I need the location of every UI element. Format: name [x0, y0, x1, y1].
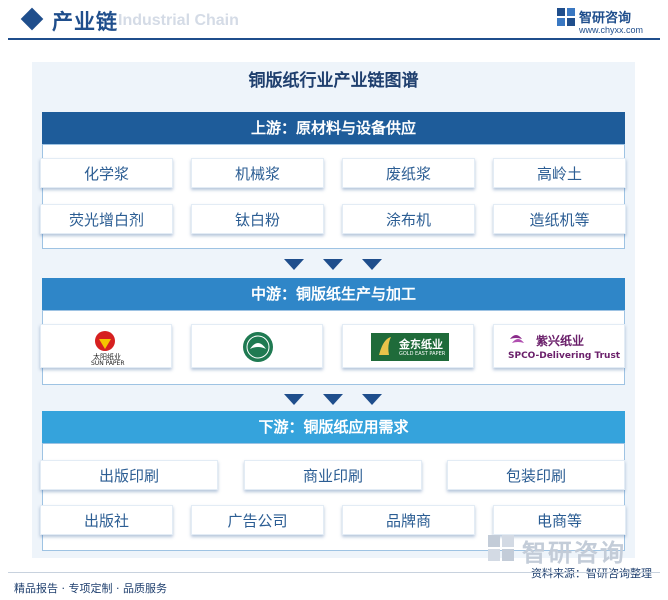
- upstream-item: 造纸机等: [493, 204, 626, 234]
- watermark-brand: 智研咨询: [486, 533, 656, 567]
- downstream-item: 包装印刷: [447, 460, 625, 490]
- company-logo-card: [191, 324, 323, 368]
- diamond-icon: [20, 7, 44, 31]
- upstream-item: 废纸浆: [342, 158, 475, 188]
- down-arrow-icon: [284, 259, 304, 270]
- diagram-title: 铜版纸行业产业链图谱: [248, 71, 419, 91]
- page-header: 产业链 Industrial Chain 智研咨询 www.chyxx.com: [0, 0, 668, 44]
- upstream-item: 机械浆: [191, 158, 324, 188]
- chenming-logo-icon: [243, 332, 273, 362]
- upstream-item: 涂布机: [342, 204, 475, 234]
- upstream-item: 荧光增白剂: [40, 204, 173, 234]
- logo-subname: SPCO-Delivering Trust: [508, 351, 621, 361]
- brand-name: 智研咨询: [579, 11, 632, 26]
- brand-url: www.chyxx.com: [579, 25, 644, 35]
- brand-block: 智研咨询 www.chyxx.com: [556, 5, 656, 37]
- downstream-item: 出版印刷: [40, 460, 218, 490]
- upstream-heading: 上游：原材料与设备供应: [42, 112, 625, 144]
- logo-name: 紫兴纸业: [536, 334, 585, 348]
- down-arrow-icon: [362, 259, 382, 270]
- watermark-text: 智研咨询: [522, 539, 626, 567]
- header-divider: [8, 38, 660, 40]
- brand-logo-icon: [557, 8, 575, 26]
- company-logo-card: 紫兴纸业 SPCO-Delivering Trust: [493, 324, 625, 368]
- page-title: 产业链: [52, 10, 118, 34]
- downstream-item: 商业印刷: [244, 460, 422, 490]
- midstream-heading: 中游：铜版纸生产与加工: [42, 278, 625, 310]
- down-arrow-icon: [362, 394, 382, 405]
- source-note: 资料来源：智研咨询整理: [531, 567, 652, 580]
- logo-subname: SUN PAPER: [91, 360, 125, 367]
- downstream-item: 出版社: [40, 505, 173, 535]
- watermark-logo-icon: [488, 535, 514, 561]
- downstream-heading: 下游：铜版纸应用需求: [42, 411, 625, 443]
- company-logo-card: 金东纸业 GOLD EAST PAPER: [342, 324, 474, 368]
- downstream-item: 品牌商: [342, 505, 475, 535]
- footer-divider: [8, 572, 660, 573]
- down-arrow-icon: [284, 394, 304, 405]
- down-arrow-icon: [323, 394, 343, 405]
- company-logo-card: 太阳纸业 SUN PAPER: [40, 324, 172, 368]
- upstream-item: 化学浆: [40, 158, 173, 188]
- logo-name: 金东纸业: [399, 338, 443, 351]
- footer-tagline: 精品报告 · 专项定制 · 品质服务: [14, 582, 167, 595]
- downstream-item: 电商等: [493, 505, 626, 535]
- logo-subname: GOLD EAST PAPER: [399, 351, 446, 357]
- upstream-item: 钛白粉: [191, 204, 324, 234]
- industry-chain-diagram: 铜版纸行业产业链图谱 上游：原材料与设备供应 化学浆 机械浆 废纸浆 高岭土 荧…: [32, 62, 635, 558]
- upstream-item: 高岭土: [493, 158, 626, 188]
- downstream-item: 广告公司: [191, 505, 324, 535]
- down-arrow-icon: [323, 259, 343, 270]
- page-subtitle: Industrial Chain: [118, 12, 239, 29]
